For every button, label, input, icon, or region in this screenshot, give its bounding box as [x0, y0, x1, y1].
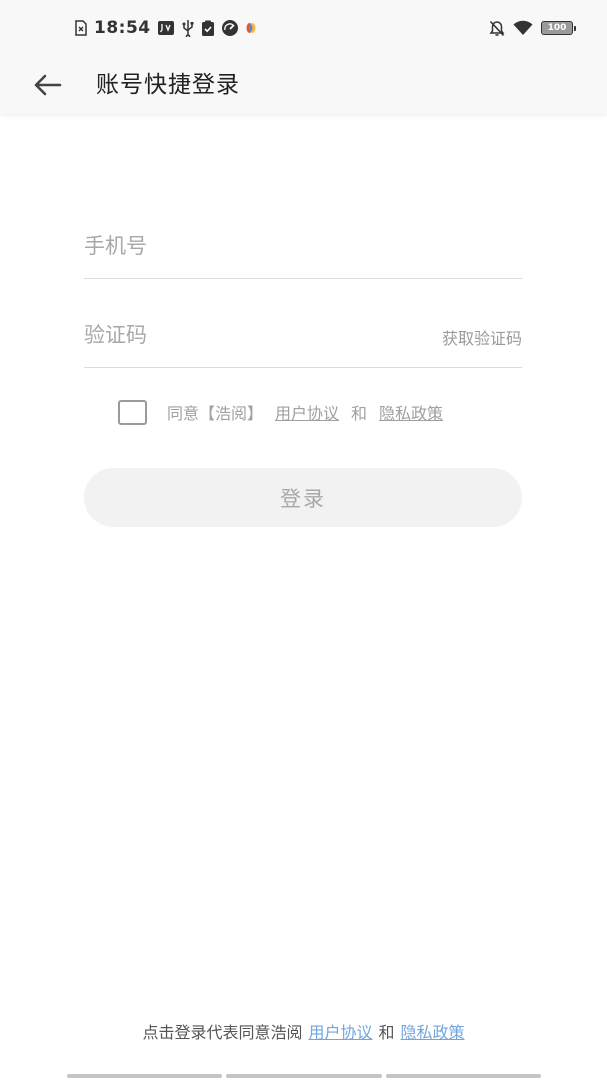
get-code-button[interactable]: 获取验证码 [442, 325, 522, 349]
footer-text: 点击登录代表同意浩阅 [142, 1023, 303, 1042]
speed-icon [221, 19, 239, 37]
status-time: 18:54 [94, 18, 151, 38]
agreement-row: 同意【浩阅】 用户协议 和 隐私政策 [118, 398, 443, 426]
verification-code-input[interactable] [84, 317, 414, 353]
clipboard-check-icon [201, 20, 215, 37]
nav-home-gesture[interactable] [226, 1074, 382, 1078]
user-agreement-link[interactable]: 用户协议 [275, 400, 339, 424]
back-button[interactable] [26, 64, 68, 106]
footer-user-agreement-link[interactable]: 用户协议 [308, 1019, 372, 1043]
page-title: 账号快捷登录 [96, 72, 240, 98]
privacy-policy-link[interactable]: 隐私政策 [379, 400, 443, 424]
footer-agreement: 点击登录代表同意浩阅 用户协议 和 隐私政策 [0, 1018, 607, 1044]
wifi-icon [513, 20, 533, 36]
login-button[interactable]: 登录 [84, 468, 522, 527]
nav-recents-gesture[interactable] [385, 1074, 541, 1078]
sim-error-icon [74, 20, 88, 36]
arrow-left-icon [32, 73, 62, 97]
agree-prefix: 同意【浩阅】 [167, 404, 264, 423]
usb-icon [181, 19, 195, 37]
verification-code-field: 获取验证码 [84, 304, 522, 368]
footer-privacy-policy-link[interactable]: 隐私政策 [401, 1019, 465, 1043]
nav-back-gesture[interactable] [67, 1074, 223, 1078]
app-notification-icon [245, 21, 257, 35]
battery-level: 100 [547, 23, 567, 33]
status-right-group: 100 [489, 17, 576, 39]
footer-and-text: 和 [378, 1023, 395, 1042]
usb-debug-icon [157, 20, 175, 36]
navigation-bar [67, 1074, 541, 1078]
agree-checkbox[interactable] [118, 399, 147, 425]
phone-input[interactable] [84, 228, 414, 264]
status-bar: 18:54 100 [0, 0, 607, 56]
login-screen: 18:54 100 账号快捷登录 手机号 验证码 获取验证码 同意【浩阅】 用户… [0, 0, 607, 1080]
status-left-group: 18:54 [74, 17, 257, 39]
phone-field [84, 215, 522, 279]
agree-and-text: 和 [351, 404, 368, 423]
battery-icon: 100 [541, 21, 576, 35]
bell-muted-icon [489, 20, 505, 37]
app-bar: 账号快捷登录 [0, 56, 607, 114]
